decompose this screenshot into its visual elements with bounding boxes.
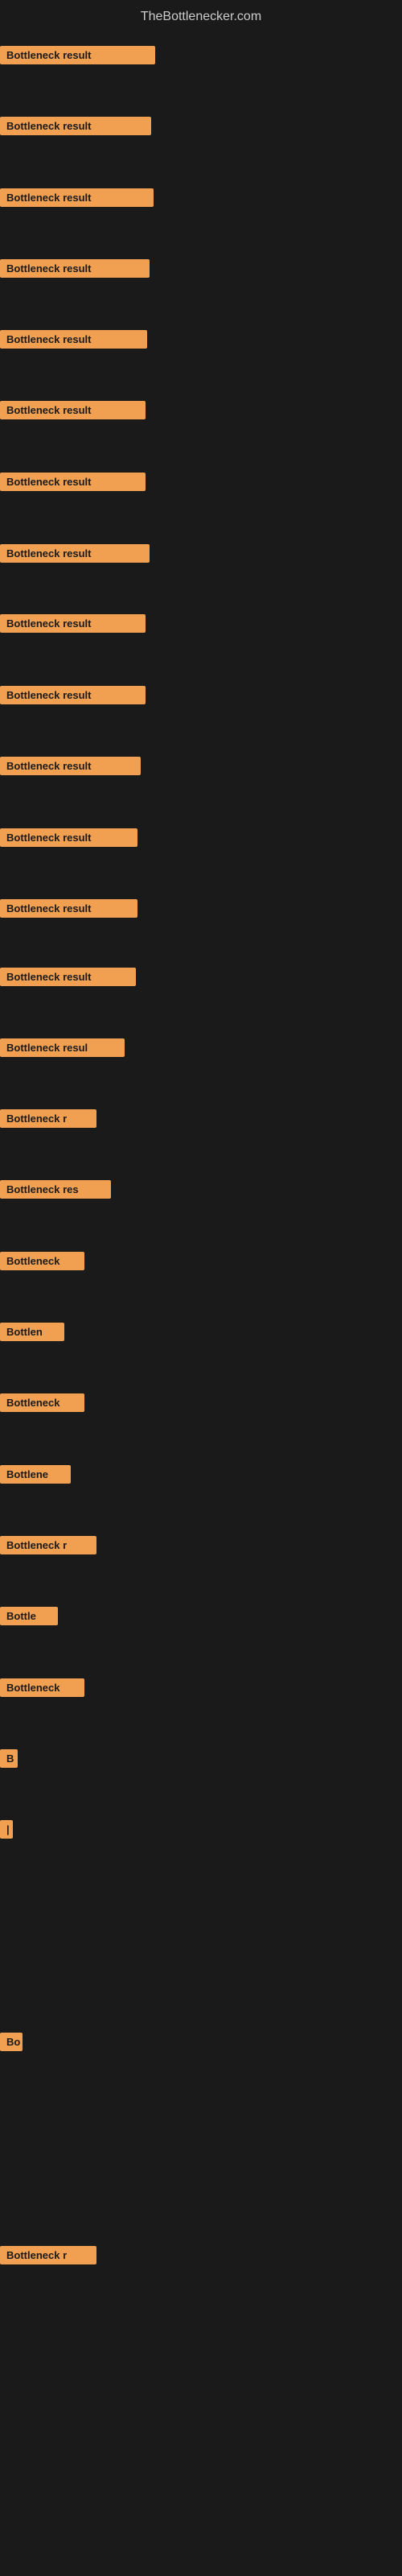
bottleneck-result-item[interactable]: Bottleneck result: [0, 117, 151, 135]
bottleneck-result-item[interactable]: Bottleneck result: [0, 259, 150, 278]
bottleneck-result-item[interactable]: Bottleneck result: [0, 473, 146, 491]
bottleneck-result-item[interactable]: Bottleneck result: [0, 544, 150, 563]
bottleneck-result-item[interactable]: Bottleneck r: [0, 1536, 96, 1554]
bottleneck-result-item[interactable]: Bottleneck result: [0, 686, 146, 704]
bottleneck-result-item[interactable]: |: [0, 1820, 13, 1839]
bottleneck-result-item[interactable]: Bottleneck result: [0, 46, 155, 64]
site-title: TheBottlenecker.com: [0, 3, 402, 31]
bottleneck-result-item[interactable]: Bottlen: [0, 1323, 64, 1341]
bottleneck-result-item[interactable]: Bottle: [0, 1607, 58, 1625]
bottleneck-result-item[interactable]: Bottleneck result: [0, 757, 141, 775]
bottleneck-result-item[interactable]: Bottleneck result: [0, 828, 137, 847]
bottleneck-result-item[interactable]: Bottleneck result: [0, 899, 137, 918]
bottleneck-result-item[interactable]: Bottleneck: [0, 1393, 84, 1412]
bottleneck-result-item[interactable]: Bottleneck: [0, 1678, 84, 1697]
bottleneck-result-item[interactable]: Bottleneck res: [0, 1180, 111, 1199]
bottleneck-result-item[interactable]: Bottleneck r: [0, 1109, 96, 1128]
bottleneck-result-item[interactable]: Bottleneck resul: [0, 1038, 125, 1057]
bottleneck-result-item[interactable]: Bottleneck result: [0, 188, 154, 207]
bottleneck-result-item[interactable]: Bottleneck result: [0, 330, 147, 349]
bottleneck-result-item[interactable]: Bottleneck: [0, 1252, 84, 1270]
bottleneck-result-item[interactable]: Bo: [0, 2033, 23, 2051]
bottleneck-result-item[interactable]: Bottleneck result: [0, 968, 136, 986]
bottleneck-result-item[interactable]: Bottleneck result: [0, 614, 146, 633]
bottleneck-result-item[interactable]: B: [0, 1749, 18, 1768]
bottleneck-result-item[interactable]: Bottleneck r: [0, 2246, 96, 2264]
bottleneck-result-item[interactable]: Bottleneck result: [0, 401, 146, 419]
bottleneck-result-item[interactable]: Bottlene: [0, 1465, 71, 1484]
